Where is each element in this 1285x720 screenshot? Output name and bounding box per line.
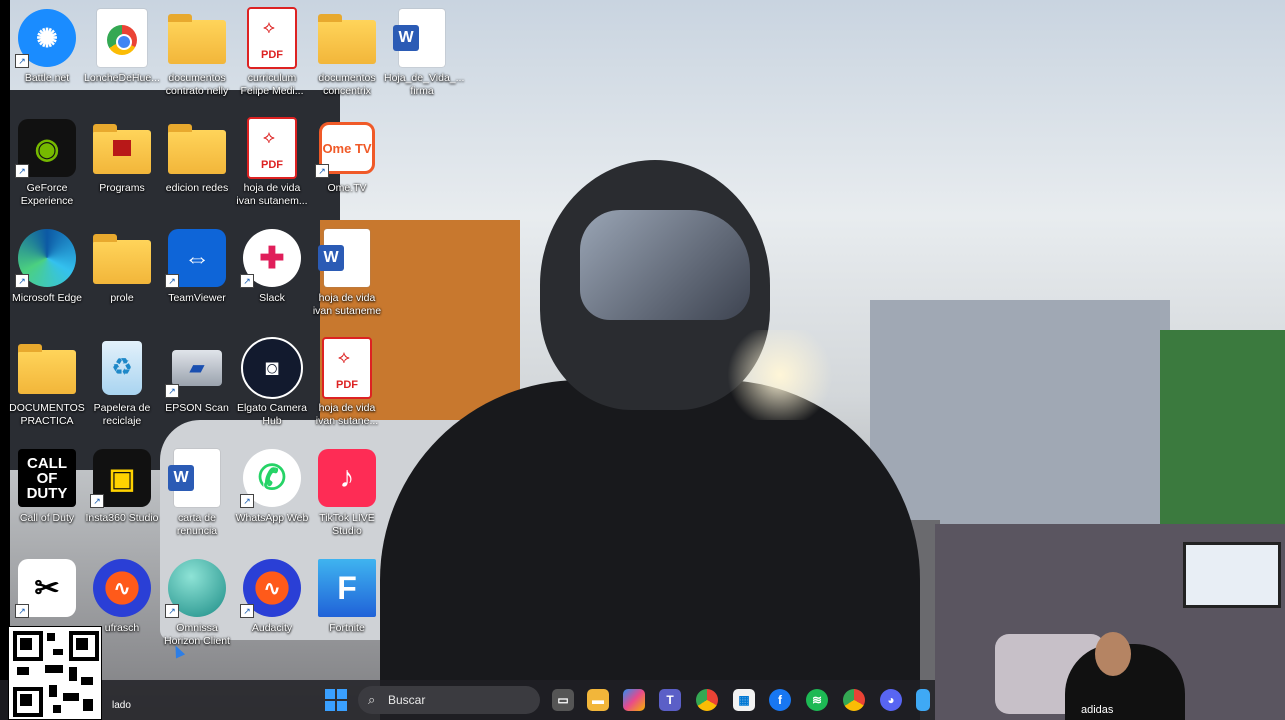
desktop-icon-slack[interactable]: ✚ ↗ Slack	[234, 222, 310, 326]
desktop-icon-pdf[interactable]: ⟡ PDF hoja de vida ivan sutanem...	[234, 112, 310, 216]
task-view-icon[interactable]: ▭	[552, 689, 574, 711]
desktop-icon-teamviewer[interactable]: ⇔ ↗ TeamViewer	[159, 222, 235, 326]
chrome-alt-icon[interactable]	[843, 689, 865, 711]
icon-label: Battle.net	[24, 72, 70, 84]
icon-label: Hoja_de_Vida_... firma	[384, 72, 465, 97]
file-explorer-icon[interactable]: ▬	[587, 689, 609, 711]
desktop-icon-recycle-bin[interactable]: ♻ Papelera de reciclaje	[84, 332, 160, 436]
desktop-icon-ometv[interactable]: Ome TV ↗ Ome.TV	[309, 112, 385, 216]
desktop-icon-chrome[interactable]: LoncheDeHue...	[84, 2, 160, 106]
qr-code	[8, 626, 102, 720]
background-tv	[1183, 542, 1281, 608]
desktop-icon-tiktok[interactable]: ♪ TikTok LIVE Studio	[309, 442, 385, 546]
chrome-icon	[97, 9, 147, 67]
icon-label: Omnissa Horizon Client	[164, 622, 230, 647]
icon-label: GeForce Experience	[20, 182, 74, 207]
folder-icon	[168, 14, 226, 64]
word-icon: W	[393, 9, 445, 67]
icon-label: hoja de vida ivan sutanem...	[236, 182, 308, 207]
desktop-icon-elgato[interactable]: ◙ Elgato Camera Hub	[234, 332, 310, 436]
icon-label: Papelera de reciclaje	[93, 402, 151, 427]
desktop-icon-epson-scan[interactable]: ▰ ↗ EPSON Scan	[159, 332, 235, 436]
icon-label: TikTok LIVE Studio	[319, 512, 375, 537]
desktop-icon-insta360[interactable]: ▣ ↗ Insta360 Studio	[84, 442, 160, 546]
desktop-icon-word[interactable]: W carta de renuncia	[159, 442, 235, 546]
icon-label: Fortnite	[329, 622, 365, 634]
shirt-logo: adidas	[1081, 704, 1114, 716]
desktop-icon-folder[interactable]: edicion redes	[159, 112, 235, 216]
desktop-icon-folder[interactable]: Programs	[84, 112, 160, 216]
taskbar-text: lado	[112, 700, 131, 711]
desktop-icon-call-of-duty[interactable]: CALL OF DUTY Call of Duty	[9, 442, 85, 546]
desktop-icon-folder[interactable]: documentos concentrix	[309, 2, 385, 106]
teams-icon[interactable]: T	[659, 689, 681, 711]
icon-label: documentos contrato nelly	[165, 72, 229, 97]
icon-label: TeamViewer	[168, 292, 226, 304]
icon-label: Ome.TV	[327, 182, 367, 194]
store-icon[interactable]: ▦	[733, 689, 755, 711]
folder-icon	[168, 124, 226, 174]
recycle-bin-icon: ♻	[102, 341, 142, 395]
app-icon[interactable]	[916, 689, 930, 711]
desktop-icon-edge[interactable]: ↗ Microsoft Edge	[9, 222, 85, 326]
copilot-icon[interactable]	[623, 689, 645, 711]
pdf-icon: ⟡ PDF	[322, 337, 372, 399]
pdf-icon: ⟡ PDF	[247, 7, 297, 69]
epson-scan-icon: ▰	[172, 350, 222, 386]
folder-icon	[93, 124, 151, 174]
discord-icon[interactable]: ◕	[880, 689, 902, 711]
icon-label: DOCUMENTOS PRACTICA	[9, 402, 85, 427]
icon-label: prole	[110, 292, 134, 304]
spotify-icon[interactable]: ≋	[806, 689, 828, 711]
desktop-icon-pdf[interactable]: ⟡ PDF curriculum Felipe Medi...	[234, 2, 310, 106]
fortnite-icon: F	[318, 559, 376, 617]
desktop-icon-folder[interactable]: documentos contrato nelly	[159, 2, 235, 106]
icon-label: WhatsApp Web	[235, 512, 309, 524]
desktop-icon-horizon[interactable]: ↗ Omnissa Horizon Client	[159, 552, 235, 656]
folder-icon	[93, 234, 151, 284]
desktop-icon-battlenet[interactable]: ✺ ↗ Battle.net	[9, 2, 85, 106]
icon-label: hoja de vida ivan sutane...	[315, 402, 379, 427]
desktop-icon-whatsapp[interactable]: ✆ ↗ WhatsApp Web	[234, 442, 310, 546]
audacity-icon: ∿	[93, 559, 151, 617]
pdf-icon: ⟡ PDF	[247, 117, 297, 179]
icon-label: LoncheDeHue...	[84, 72, 160, 84]
icon-label: Programs	[99, 182, 145, 194]
folder-icon	[18, 344, 76, 394]
search-box[interactable]: ⌕ Buscar	[358, 686, 540, 714]
icon-label: Insta360 Studio	[85, 512, 159, 524]
desktop-icon-word[interactable]: W Hoja_de_Vida_... firma	[384, 2, 465, 106]
desktop-icon-word[interactable]: W hoja de vida ivan sutaneme	[309, 222, 385, 326]
desktop-icon-pdf[interactable]: ⟡ PDF hoja de vida ivan sutane...	[309, 332, 385, 436]
icon-label: documentos concentrix	[318, 72, 376, 97]
word-icon: W	[168, 449, 220, 507]
icon-label: Audacity	[251, 622, 293, 634]
desktop-icon-geforce[interactable]: ◉ ↗ GeForce Experience	[9, 112, 85, 216]
desktop-icon-audacity[interactable]: ∿ ↗ Audacity	[234, 552, 310, 656]
webcam-overlay: adidas	[935, 524, 1285, 720]
icon-label: Elgato Camera Hub	[236, 402, 308, 427]
search-icon: ⌕	[368, 692, 376, 707]
tiktok-icon: ♪	[318, 449, 376, 507]
folder-icon	[318, 14, 376, 64]
facebook-icon[interactable]: f	[769, 689, 791, 711]
desktop-icon-fortnite[interactable]: F Fortnite	[309, 552, 385, 656]
icon-label: Slack	[259, 292, 285, 304]
icon-label: Call of Duty	[19, 512, 75, 524]
icon-label: edicion redes	[165, 182, 229, 194]
icon-label: hoja de vida ivan sutaneme	[312, 292, 382, 317]
elgato-icon: ◙	[241, 337, 303, 399]
icon-label: Microsoft Edge	[11, 292, 83, 304]
chrome-icon[interactable]	[696, 689, 718, 711]
start-button[interactable]	[325, 689, 347, 711]
search-input[interactable]: Buscar	[388, 693, 425, 707]
desktop-icon-folder[interactable]: prole	[84, 222, 160, 326]
icon-label: carta de renuncia	[176, 512, 218, 537]
call-of-duty-icon: CALL OF DUTY	[18, 449, 76, 507]
word-icon: W	[318, 229, 370, 287]
desktop-icon-folder[interactable]: DOCUMENTOS PRACTICA	[9, 332, 85, 436]
icon-label: EPSON Scan	[165, 402, 229, 414]
icon-label: curriculum Felipe Medi...	[240, 72, 304, 97]
